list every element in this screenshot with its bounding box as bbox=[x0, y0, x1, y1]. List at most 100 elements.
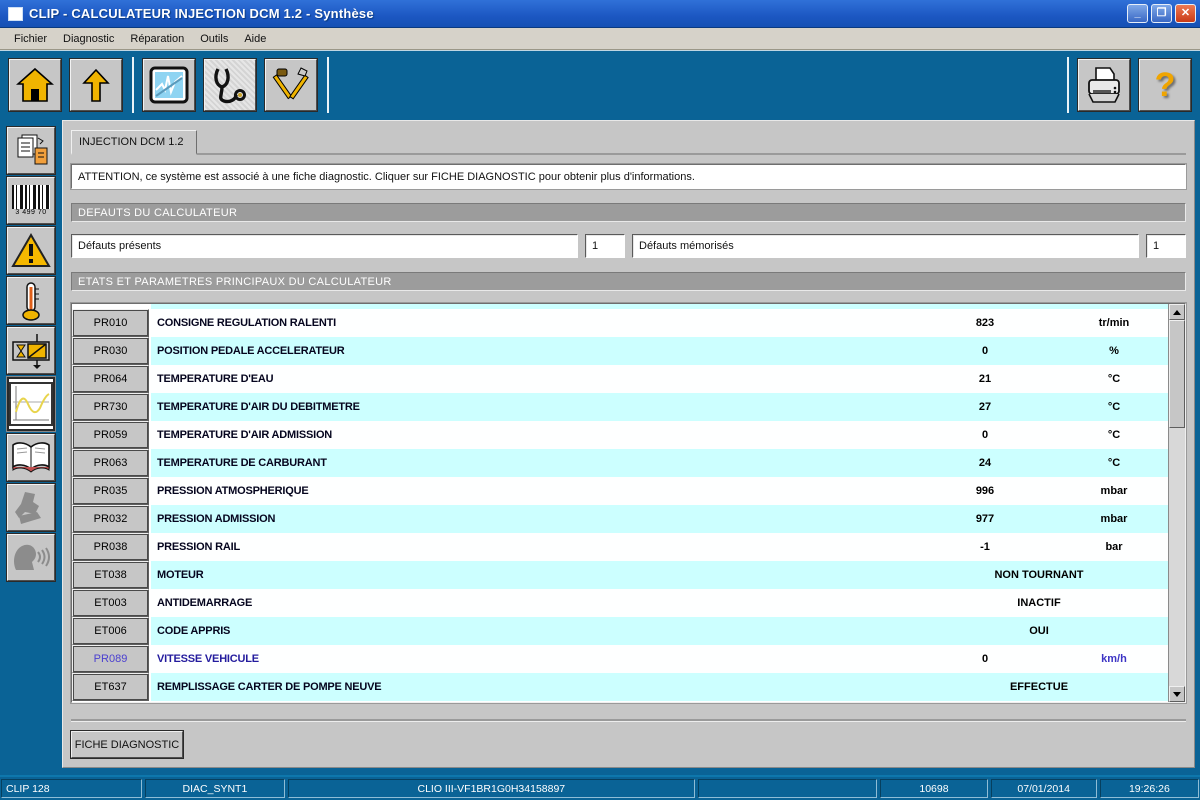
faults-present-field[interactable]: Défauts présents bbox=[71, 234, 578, 258]
vertical-scrollbar[interactable] bbox=[1168, 304, 1185, 702]
print-button[interactable] bbox=[1078, 59, 1130, 111]
param-code-button[interactable]: PR089 bbox=[72, 645, 149, 673]
tab-injection-dcm[interactable]: INJECTION DCM 1.2 bbox=[71, 130, 197, 155]
sidebar-thermometer-button[interactable] bbox=[7, 277, 55, 324]
param-row-pr038[interactable]: PR038PRESSION RAIL-1bar bbox=[72, 533, 1168, 561]
param-unit: °C bbox=[1060, 429, 1168, 441]
up-level-button[interactable] bbox=[70, 59, 122, 111]
menu-item-aide[interactable]: Aide bbox=[236, 30, 274, 48]
help-button[interactable]: ? bbox=[1139, 59, 1191, 111]
param-label: ANTIDEMARRAGE bbox=[151, 597, 910, 609]
status-cell-6: 19:26:26 bbox=[1100, 779, 1199, 798]
faults-memorized-count[interactable]: 1 bbox=[1146, 234, 1186, 258]
sidebar: 3 499 70 bbox=[0, 118, 62, 772]
restore-button[interactable]: ❐ bbox=[1151, 4, 1172, 23]
attention-banner: ATTENTION, ce système est associé à une … bbox=[71, 164, 1186, 189]
param-code-button[interactable]: ET637 bbox=[72, 673, 149, 701]
status-cell-3 bbox=[698, 779, 878, 798]
minimize-button[interactable]: _ bbox=[1127, 4, 1148, 23]
tab-bar: INJECTION DCM 1.2 bbox=[71, 125, 1186, 155]
warning-icon bbox=[11, 233, 51, 269]
diagnostic-button[interactable] bbox=[204, 59, 256, 111]
param-code-button[interactable]: PR035 bbox=[72, 477, 149, 505]
screens-button[interactable] bbox=[143, 59, 195, 111]
home-button[interactable] bbox=[9, 59, 61, 111]
sidebar-actuator-button[interactable] bbox=[7, 327, 55, 374]
param-label: CONSIGNE REGULATION RALENTI bbox=[151, 317, 910, 329]
param-unit: mbar bbox=[1060, 513, 1168, 525]
param-code-button[interactable]: ET006 bbox=[72, 617, 149, 645]
param-row-et006[interactable]: ET006CODE APPRISOUI bbox=[72, 617, 1168, 645]
param-row-pr089[interactable]: PR089VITESSE VEHICULE0km/h bbox=[72, 645, 1168, 673]
param-unit: °C bbox=[1060, 401, 1168, 413]
menu-item-diagnostic[interactable]: Diagnostic bbox=[55, 30, 122, 48]
home-icon bbox=[16, 67, 54, 103]
param-code-button[interactable]: PR030 bbox=[72, 337, 149, 365]
toolbar: ? bbox=[0, 50, 1200, 118]
param-value: 0 bbox=[910, 429, 1060, 441]
param-code-button[interactable]: PR010 bbox=[72, 309, 149, 337]
param-unit: % bbox=[1060, 345, 1168, 357]
stethoscope-icon bbox=[210, 65, 250, 105]
param-row-pr010[interactable]: PR010CONSIGNE REGULATION RALENTI823tr/mi… bbox=[72, 309, 1168, 337]
param-unit: °C bbox=[1060, 373, 1168, 385]
param-code-button[interactable]: ET003 bbox=[72, 589, 149, 617]
param-row-pr064[interactable]: PR064TEMPERATURE D'EAU21°C bbox=[72, 365, 1168, 393]
param-label: PRESSION RAIL bbox=[151, 541, 910, 553]
param-value: 0 bbox=[910, 345, 1060, 357]
sidebar-manual-button[interactable] bbox=[7, 434, 55, 481]
param-unit: °C bbox=[1060, 457, 1168, 469]
param-label: CODE APPRIS bbox=[151, 625, 910, 637]
status-cell-1: DIAC_SYNT1 bbox=[145, 779, 285, 798]
actuator-relay-icon bbox=[10, 332, 52, 370]
scroll-up-button[interactable] bbox=[1169, 304, 1185, 320]
param-state-value: OUI bbox=[910, 625, 1168, 637]
faults-memorized-field[interactable]: Défauts mémorisés bbox=[632, 234, 1139, 258]
menu-item-réparation[interactable]: Réparation bbox=[122, 30, 192, 48]
sidebar-barcode-button[interactable]: 3 499 70 bbox=[7, 177, 55, 224]
sidebar-oscilloscope-button[interactable] bbox=[7, 377, 55, 431]
param-row-et003[interactable]: ET003ANTIDEMARRAGEINACTIF bbox=[72, 589, 1168, 617]
param-label: REMPLISSAGE CARTER DE POMPE NEUVE bbox=[151, 681, 910, 693]
faults-present-count[interactable]: 1 bbox=[585, 234, 625, 258]
menu-item-outils[interactable]: Outils bbox=[192, 30, 236, 48]
sidebar-voice-button[interactable] bbox=[7, 534, 55, 581]
param-value: 27 bbox=[910, 401, 1060, 413]
param-row-et637[interactable]: ET637REMPLISSAGE CARTER DE POMPE NEUVEEF… bbox=[72, 673, 1168, 701]
param-value: 977 bbox=[910, 513, 1060, 525]
param-row-et038[interactable]: ET038MOTEURNON TOURNANT bbox=[72, 561, 1168, 589]
sidebar-special-tool-button[interactable] bbox=[7, 484, 55, 531]
sidebar-warning-button[interactable] bbox=[7, 227, 55, 274]
param-state-value: EFFECTUE bbox=[910, 681, 1168, 693]
param-value: 24 bbox=[910, 457, 1060, 469]
param-row-pr730[interactable]: PR730TEMPERATURE D'AIR DU DEBITMETRE27°C bbox=[72, 393, 1168, 421]
param-row-pr059[interactable]: PR059TEMPERATURE D'AIR ADMISSION0°C bbox=[72, 421, 1168, 449]
faults-row: Défauts présents 1 Défauts mémorisés 1 bbox=[71, 234, 1186, 258]
scrollbar-track[interactable] bbox=[1169, 428, 1185, 686]
param-code-button[interactable]: PR064 bbox=[72, 365, 149, 393]
params-section-header: ETATS ET PARAMETRES PRINCIPAUX DU CALCUL… bbox=[71, 272, 1186, 291]
window-title: CLIP - CALCULATEUR INJECTION DCM 1.2 - S… bbox=[29, 6, 1127, 21]
param-row-pr030[interactable]: PR030POSITION PEDALE ACCELERATEUR0% bbox=[72, 337, 1168, 365]
param-code-button[interactable]: PR032 bbox=[72, 505, 149, 533]
param-value: 996 bbox=[910, 485, 1060, 497]
param-code-button[interactable]: PR038 bbox=[72, 533, 149, 561]
param-row-pr063[interactable]: PR063TEMPERATURE DE CARBURANT24°C bbox=[72, 449, 1168, 477]
book-icon bbox=[10, 441, 52, 475]
close-button[interactable]: ✕ bbox=[1175, 4, 1196, 23]
sidebar-documents-button[interactable] bbox=[7, 127, 55, 174]
status-cell-2: CLIO III-VF1BR1G0H34158897 bbox=[288, 779, 695, 798]
scroll-down-button[interactable] bbox=[1169, 686, 1185, 702]
param-row-pr032[interactable]: PR032PRESSION ADMISSION977mbar bbox=[72, 505, 1168, 533]
param-code-button[interactable]: PR059 bbox=[72, 421, 149, 449]
repair-tools-button[interactable] bbox=[265, 59, 317, 111]
app-icon bbox=[8, 7, 23, 21]
param-row-pr035[interactable]: PR035PRESSION ATMOSPHERIQUE996mbar bbox=[72, 477, 1168, 505]
menu-item-fichier[interactable]: Fichier bbox=[6, 30, 55, 48]
param-code-button[interactable]: PR730 bbox=[72, 393, 149, 421]
scrollbar-thumb[interactable] bbox=[1169, 320, 1185, 428]
param-code-button[interactable]: ET038 bbox=[72, 561, 149, 589]
fiche-diagnostic-button[interactable]: FICHE DIAGNOSTIC bbox=[71, 731, 183, 758]
param-state-value: NON TOURNANT bbox=[910, 569, 1168, 581]
param-code-button[interactable]: PR063 bbox=[72, 449, 149, 477]
